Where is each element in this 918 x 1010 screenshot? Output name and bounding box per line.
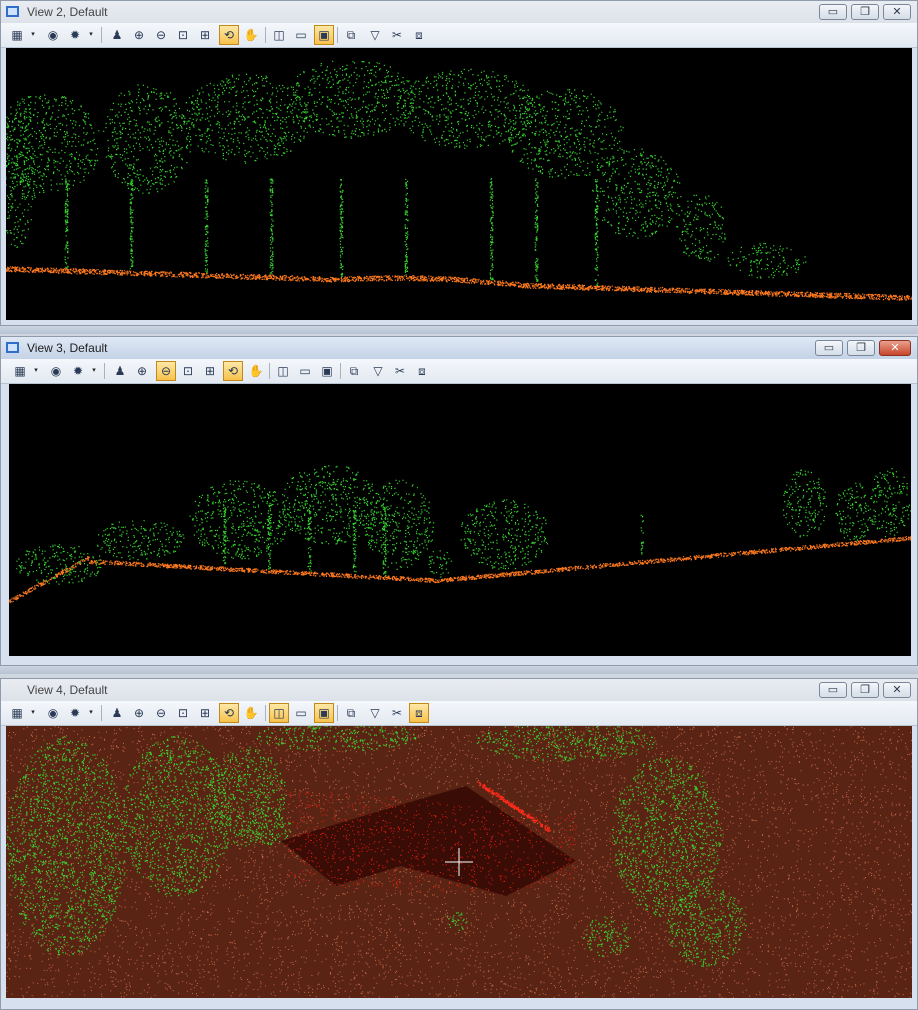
view2-viewport[interactable] [6, 48, 912, 320]
lighting-icon[interactable]: ✹ [65, 25, 85, 45]
clip-volume-icon[interactable]: ✂ [390, 361, 410, 381]
view-previous-icon[interactable]: ◫ [269, 703, 289, 723]
zoom-out-icon[interactable]: ⊖ [156, 361, 176, 381]
view4-viewport[interactable] [6, 726, 912, 998]
update-view-icon[interactable]: ♟ [110, 361, 130, 381]
chevron-down-icon[interactable]: ▾ [29, 25, 37, 45]
view-display-icon[interactable]: ⧈ [409, 25, 429, 45]
window-area-icon[interactable]: ⊡ [173, 25, 193, 45]
display-style-icon[interactable]: ◉ [43, 25, 63, 45]
zoom-in-icon[interactable]: ⊕ [129, 703, 149, 723]
update-view-icon[interactable]: ♟ [107, 25, 127, 45]
maximize-button[interactable]: ❐ [847, 340, 875, 356]
chevron-down-icon[interactable]: ▾ [32, 361, 40, 381]
camera-view-icon[interactable]: ▣ [314, 25, 334, 45]
minimize-button[interactable]: ▭ [819, 682, 847, 698]
chevron-down-icon[interactable]: ▾ [87, 25, 95, 45]
maximize-button[interactable]: ❐ [851, 682, 879, 698]
pan-hand-icon[interactable]: ✋ [241, 25, 261, 45]
ground-points [6, 266, 912, 302]
zoom-out-icon[interactable]: ⊖ [151, 703, 171, 723]
filter-icon[interactable]: ▽ [368, 361, 388, 381]
display-style-icon[interactable]: ◉ [43, 703, 63, 723]
fit-view-icon[interactable]: ⊞ [200, 361, 220, 381]
view3-window: View 3, Default ▭ ❐ ✕ ▦ ▾ ◉ ✹ ▾ ♟ ⊕ ⊖ ⊡ … [0, 336, 918, 666]
view3-title: View 3, Default [27, 341, 108, 355]
view4-toolbar: ▦ ▾ ◉ ✹ ▾ ♟ ⊕ ⊖ ⊡ ⊞ ⟲ ✋ ◫ ▭ ▣ ⧉ ▽ ✂ ⧈ [1, 701, 917, 726]
filter-icon[interactable]: ▽ [365, 25, 385, 45]
view2-titlebar[interactable]: View 2, Default ▭ ❐ ✕ [1, 1, 917, 23]
toolbar-separator [104, 363, 105, 379]
rotate-view-icon[interactable]: ⟲ [219, 25, 239, 45]
view-next-icon[interactable]: ▭ [291, 703, 311, 723]
chevron-down-icon[interactable]: ▾ [87, 703, 95, 723]
view4-title: View 4, Default [27, 683, 108, 697]
rotate-view-icon[interactable]: ⟲ [223, 361, 243, 381]
view-attributes-icon[interactable]: ▦ [7, 25, 27, 45]
window-splitter[interactable] [0, 326, 918, 334]
pan-hand-icon[interactable]: ✋ [246, 361, 266, 381]
view2-window: View 2, Default ▭ ❐ ✕ ▦ ▾ ◉ ✹ ▾ ♟ ⊕ ⊖ ⊡ … [0, 0, 918, 326]
display-style-icon[interactable]: ◉ [46, 361, 66, 381]
rotate-view-icon[interactable]: ⟲ [219, 703, 239, 723]
window-splitter[interactable] [0, 666, 918, 674]
vegetation-points [16, 465, 911, 585]
camera-view-icon[interactable]: ▣ [314, 703, 334, 723]
view-toggles-icon[interactable]: ⧉ [341, 25, 361, 45]
vegetation-points [6, 60, 807, 286]
view-next-icon[interactable]: ▭ [295, 361, 315, 381]
toolbar-separator [269, 363, 270, 379]
ground-points [9, 536, 911, 604]
camera-view-icon[interactable]: ▣ [317, 361, 337, 381]
toolbar-separator [337, 705, 338, 721]
view-display-icon[interactable]: ⧈ [412, 361, 432, 381]
view3-viewport[interactable] [9, 384, 911, 656]
minimize-button[interactable]: ▭ [819, 4, 847, 20]
view3-toolbar: ▦ ▾ ◉ ✹ ▾ ♟ ⊕ ⊖ ⊡ ⊞ ⟲ ✋ ◫ ▭ ▣ ⧉ ▽ ✂ ⧈ [1, 359, 917, 384]
view2-toolbar: ▦ ▾ ◉ ✹ ▾ ♟ ⊕ ⊖ ⊡ ⊞ ⟲ ✋ ◫ ▭ ▣ ⧉ ▽ ✂ ⧈ [1, 23, 917, 48]
lighting-icon[interactable]: ✹ [65, 703, 85, 723]
toolbar-separator [337, 27, 338, 43]
toolbar-separator [101, 705, 102, 721]
toolbar-separator [265, 27, 266, 43]
view-next-icon[interactable]: ▭ [291, 25, 311, 45]
view-attributes-icon[interactable]: ▦ [10, 361, 30, 381]
maximize-button[interactable]: ❐ [851, 4, 879, 20]
filter-icon[interactable]: ▽ [365, 703, 385, 723]
clip-volume-icon[interactable]: ✂ [387, 25, 407, 45]
zoom-in-icon[interactable]: ⊕ [129, 25, 149, 45]
chevron-down-icon[interactable]: ▾ [29, 703, 37, 723]
window-area-icon[interactable]: ⊡ [178, 361, 198, 381]
view4-window: View 4, Default ▭ ❐ ✕ ▦ ▾ ◉ ✹ ▾ ♟ ⊕ ⊖ ⊡ … [0, 678, 918, 1010]
view-attributes-icon[interactable]: ▦ [7, 703, 27, 723]
zoom-in-icon[interactable]: ⊕ [132, 361, 152, 381]
view-window-icon [6, 6, 19, 17]
view2-title: View 2, Default [27, 5, 108, 19]
view-previous-icon[interactable]: ◫ [269, 25, 289, 45]
clip-volume-icon[interactable]: ✂ [387, 703, 407, 723]
chevron-down-icon[interactable]: ▾ [90, 361, 98, 381]
view4-titlebar[interactable]: View 4, Default ▭ ❐ ✕ [1, 679, 917, 701]
lighting-icon[interactable]: ✹ [68, 361, 88, 381]
toolbar-separator [340, 363, 341, 379]
toolbar-separator [265, 705, 266, 721]
minimize-button[interactable]: ▭ [815, 340, 843, 356]
view-toggles-icon[interactable]: ⧉ [341, 703, 361, 723]
window-area-icon[interactable]: ⊡ [173, 703, 193, 723]
view-display-icon[interactable]: ⧈ [409, 703, 429, 723]
view-previous-icon[interactable]: ◫ [273, 361, 293, 381]
view3-titlebar[interactable]: View 3, Default ▭ ❐ ✕ [1, 337, 917, 359]
close-button[interactable]: ✕ [883, 4, 911, 20]
toolbar-separator [101, 27, 102, 43]
close-button[interactable]: ✕ [879, 340, 911, 356]
view-toggles-icon[interactable]: ⧉ [344, 361, 364, 381]
zoom-out-icon[interactable]: ⊖ [151, 25, 171, 45]
pan-hand-icon[interactable]: ✋ [241, 703, 261, 723]
fit-view-icon[interactable]: ⊞ [195, 703, 215, 723]
update-view-icon[interactable]: ♟ [107, 703, 127, 723]
view-window-icon [6, 342, 19, 353]
close-button[interactable]: ✕ [883, 682, 911, 698]
fit-view-icon[interactable]: ⊞ [195, 25, 215, 45]
